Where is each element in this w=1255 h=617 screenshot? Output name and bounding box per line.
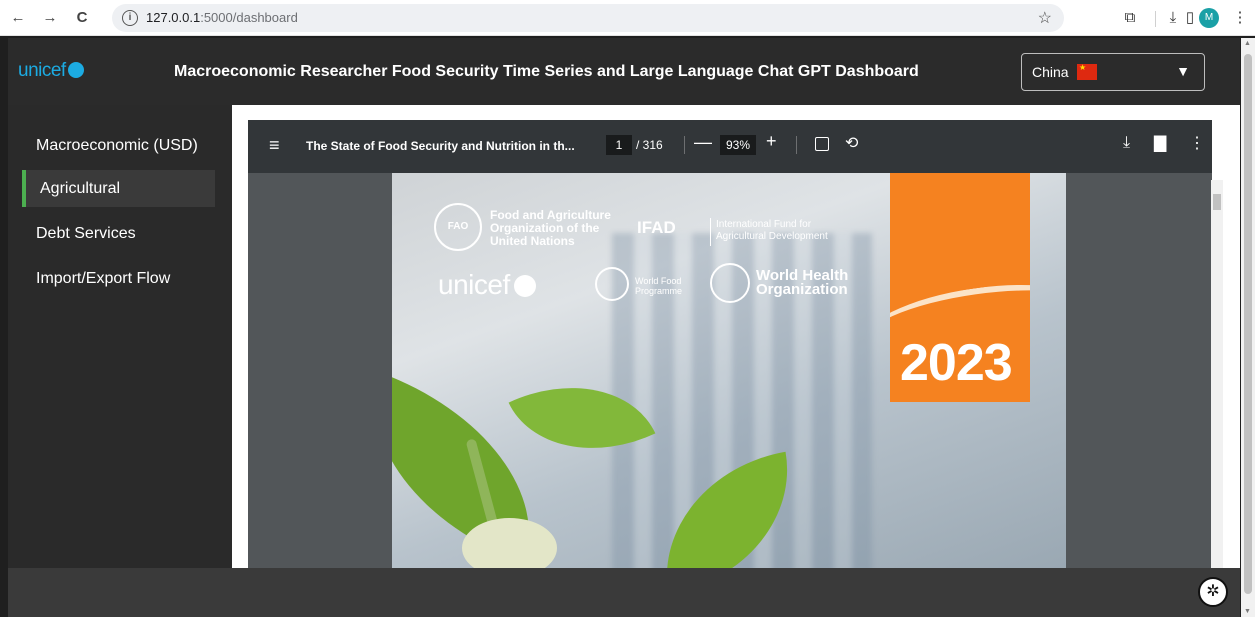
who-emblem-icon	[710, 263, 750, 303]
year-banner: 2023	[890, 173, 1030, 402]
bookmark-star-icon[interactable]: ☆	[1038, 8, 1052, 28]
wfp-emblem-icon	[595, 267, 629, 301]
page-total: / 316	[636, 138, 663, 152]
pdf-page-cover: FAO Food and Agriculture Organization of…	[392, 173, 1066, 568]
url-text[interactable]: 127.0.0.1:5000/dashboard	[146, 10, 298, 25]
pdf-toolbar: ≡ The State of Food Security and Nutriti…	[248, 120, 1212, 173]
fao-emblem-icon: FAO	[434, 203, 482, 251]
wfp-line-2: Programme	[635, 286, 683, 296]
logo-text: unicef	[18, 60, 66, 81]
toolbar-divider	[684, 136, 685, 154]
main-content: ≡ The State of Food Security and Nutriti…	[232, 105, 1240, 568]
window-scroll-thumb[interactable]	[1244, 54, 1252, 594]
pdf-viewer[interactable]: ≡ The State of Food Security and Nutriti…	[248, 120, 1223, 568]
who-name: World Health Organization	[756, 268, 848, 298]
unicef-cover-text: unicef	[438, 269, 510, 300]
unicef-cover-logo: unicef	[438, 269, 536, 301]
zoom-out-button[interactable]: —	[694, 132, 712, 153]
sidebar-item-agricultural[interactable]: Agricultural	[22, 170, 215, 207]
who-line-2: Organization	[756, 281, 848, 298]
ifad-desc-line-2: Agricultural Development	[716, 231, 828, 242]
country-selected-value: China	[1032, 64, 1069, 80]
sidebar-item-debt-services[interactable]: Debt Services	[22, 215, 215, 252]
pdf-title: The State of Food Security and Nutrition…	[306, 139, 575, 153]
fit-page-icon[interactable]	[815, 137, 829, 151]
url-path: :5000/dashboard	[200, 10, 298, 25]
scroll-up-icon[interactable]: ▲	[1244, 40, 1251, 47]
fao-name-line-2: Organization of the	[490, 221, 600, 235]
zoom-in-button[interactable]: +	[766, 131, 777, 152]
rotate-icon[interactable]: ⟲	[845, 133, 858, 153]
scroll-down-icon[interactable]: ▼	[1244, 608, 1251, 615]
ifad-logo: IFAD	[637, 218, 676, 237]
sidebar-item-macroeconomic[interactable]: Macroeconomic (USD)	[22, 127, 215, 164]
wfp-name: World Food Programme	[635, 276, 682, 296]
side-panel-icon[interactable]: ▯	[1180, 8, 1200, 28]
fao-name-line-1: Food and Agriculture	[490, 208, 611, 222]
ifad-description: International Fund for Agricultural Deve…	[716, 219, 828, 243]
footer-bar: ✲	[8, 568, 1240, 617]
unicef-logo: unicef	[18, 60, 84, 82]
more-options-icon[interactable]: ⋮	[1189, 133, 1205, 153]
window-scrollbar[interactable]: ▲ ▼	[1241, 38, 1255, 617]
back-icon[interactable]: ←	[8, 8, 28, 28]
reload-icon[interactable]: C	[72, 8, 92, 28]
print-icon[interactable]: ▇	[1154, 133, 1166, 153]
toolbar-divider	[796, 136, 797, 154]
report-year: 2023	[900, 334, 1013, 392]
sidebar-item-import-export[interactable]: Import/Export Flow	[22, 260, 215, 297]
ifad-desc-line-1: International Fund for	[716, 219, 812, 230]
download-icon[interactable]: ⤓	[1123, 134, 1130, 152]
ifad-divider	[710, 218, 711, 246]
wfp-line-1: World Food	[635, 276, 682, 286]
chevron-down-icon: ▼	[1176, 63, 1190, 79]
fao-name-line-3: United Nations	[490, 234, 575, 248]
forward-icon[interactable]: →	[40, 8, 60, 28]
hamburger-menu-icon[interactable]: ≡	[269, 135, 280, 156]
pdf-scrollbar[interactable]	[1211, 180, 1223, 568]
sidebar: Macroeconomic (USD) Agricultural Debt Se…	[8, 105, 232, 568]
extensions-icon[interactable]: ⧉	[1120, 8, 1140, 28]
country-select[interactable]: China ▼	[1021, 53, 1205, 91]
unicef-globe-icon	[67, 62, 84, 78]
address-bar[interactable]: i 127.0.0.1:5000/dashboard ☆	[112, 4, 1064, 32]
browser-toolbar: ← → C i 127.0.0.1:5000/dashboard ☆ ⧉ ⤓ ▯…	[0, 0, 1255, 36]
china-flag-icon	[1077, 63, 1097, 80]
page-title: Macroeconomic Researcher Food Security T…	[174, 63, 919, 80]
unicef-globe-icon	[513, 275, 536, 297]
app-header: unicef Macroeconomic Researcher Food Sec…	[8, 38, 1240, 105]
page-number-input[interactable]: 1	[606, 135, 632, 155]
zoom-level-input[interactable]: 93%	[720, 135, 756, 155]
profile-avatar[interactable]: M	[1199, 8, 1219, 28]
pdf-scroll-thumb[interactable]	[1213, 194, 1221, 210]
chatgpt-icon[interactable]: ✲	[1198, 577, 1228, 607]
dashboard-app: unicef Macroeconomic Researcher Food Sec…	[8, 38, 1240, 617]
site-info-icon[interactable]: i	[122, 10, 138, 26]
toolbar-divider	[1155, 11, 1156, 27]
browser-menu-icon[interactable]: ⋮	[1230, 8, 1250, 28]
seed-image	[462, 518, 557, 568]
url-host: 127.0.0.1	[146, 10, 201, 25]
